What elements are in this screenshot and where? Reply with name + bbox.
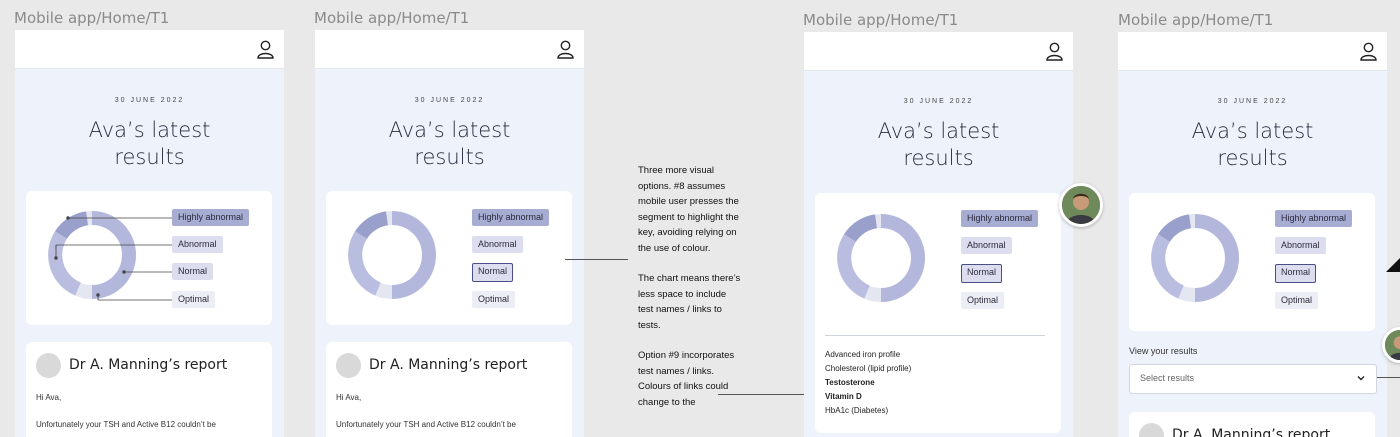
report-body: Unfortunately your TSH and Active B12 co… [336, 420, 516, 429]
segment-abnormal [348, 231, 382, 296]
arrow-shape [1386, 258, 1400, 272]
chart-card: Highly abnormal Abnormal Normal Optimal [1129, 193, 1375, 331]
legend-optimal[interactable]: Optimal [472, 291, 516, 308]
doctor-avatar [1139, 423, 1164, 437]
view-results-label: View your results [1129, 346, 1198, 356]
page-title-line2: results [1217, 146, 1288, 170]
doctor-avatar [336, 353, 361, 378]
segment-highly-abnormal [1158, 214, 1192, 243]
collaborator-avatar [1059, 183, 1103, 227]
report-greeting: Hi Ava, [36, 393, 62, 402]
test-link[interactable]: HbA1c (Diabetes) [825, 406, 888, 415]
frame-label: Mobile app/Home/T1 [314, 9, 470, 27]
segment-abnormal [1151, 234, 1185, 299]
test-link[interactable]: Cholesterol (lipid profile) [825, 364, 911, 373]
chevron-down-icon [1357, 376, 1365, 381]
legend-normal[interactable]: Normal [961, 264, 1003, 283]
segment-normal [391, 211, 436, 299]
legend-abnormal[interactable]: Abnormal [472, 236, 523, 253]
person-photo-icon [1062, 186, 1100, 224]
top-bar [1118, 32, 1387, 71]
chart-card: Highly abnormal Abnormal Normal Optimal [26, 191, 272, 325]
results-date: 30 JUNE 2022 [414, 97, 485, 104]
segment-highly-abnormal [355, 211, 389, 240]
doctor-avatar [36, 353, 61, 378]
segment-highly-abnormal [844, 214, 878, 243]
profile-icon[interactable] [1360, 42, 1377, 61]
legend-optimal[interactable]: Optimal [172, 291, 216, 308]
frame-label: Mobile app/Home/T1 [14, 9, 170, 27]
legend-highly-abnormal[interactable]: Highly abnormal [961, 210, 1039, 227]
test-link[interactable]: Vitamin D [825, 392, 862, 401]
results-date: 30 JUNE 2022 [903, 98, 974, 105]
report-card: Dr A. Manning’s report Hi Ava, Unfortuna… [26, 342, 272, 437]
report-title[interactable]: Dr A. Manning’s report [1172, 427, 1330, 437]
segment-normal [1194, 214, 1239, 302]
legend-highly-abnormal[interactable]: Highly abnormal [1275, 210, 1353, 227]
results-select-placeholder: Select results [1140, 373, 1195, 383]
chart-card: Highly abnormal Abnormal Normal Optimal … [815, 193, 1061, 433]
chart-card: Highly abnormal Abnormal Normal Optimal [326, 191, 572, 325]
phone-frame-4: 30 JUNE 2022 Ava’s latest results Highly… [1118, 32, 1387, 437]
legend-optimal[interactable]: Optimal [961, 292, 1005, 309]
test-link[interactable]: Testosterone [825, 378, 875, 387]
report-body: Unfortunately your TSH and Active B12 co… [36, 420, 216, 429]
page-title-line1: Ava’s latest [1191, 119, 1314, 143]
legend-abnormal[interactable]: Abnormal [172, 236, 223, 253]
profile-icon[interactable] [1046, 42, 1063, 61]
page-title-line2: results [414, 145, 485, 169]
divider [825, 335, 1045, 336]
donut-chart[interactable] [346, 209, 438, 301]
results-date: 30 JUNE 2022 [114, 97, 185, 104]
segment-normal [880, 214, 925, 302]
results-date: 30 JUNE 2022 [1217, 98, 1288, 105]
test-link[interactable]: Advanced iron profile [825, 350, 900, 359]
page-title-line2: results [114, 145, 185, 169]
report-title[interactable]: Dr A. Manning’s report [69, 357, 227, 373]
design-annotation: Three more visual options. #8 assumes mo… [638, 163, 742, 425]
report-card: Dr A. Manning’s report Hi Ava, Unfortuna… [326, 342, 572, 437]
page-title-line1: Ava’s latest [88, 118, 211, 142]
frame-label: Mobile app/Home/T1 [1118, 11, 1274, 29]
profile-icon[interactable] [257, 40, 274, 59]
profile-icon[interactable] [557, 40, 574, 59]
annotation-para-3: Option #9 incorporates test names / link… [638, 350, 735, 408]
top-bar [804, 32, 1073, 71]
person-photo-icon [1385, 330, 1400, 360]
top-bar [15, 30, 284, 69]
phone-frame-1: 30 JUNE 2022 Ava’s latest results Highly… [15, 30, 284, 437]
page-title-line1: Ava’s latest [388, 118, 511, 142]
top-bar [315, 30, 584, 69]
segment-abnormal [837, 234, 871, 299]
annotation-para-1: Three more visual options. #8 assumes mo… [638, 165, 739, 254]
page-title-line2: results [903, 146, 974, 170]
legend-highly-abnormal[interactable]: Highly abnormal [472, 209, 550, 226]
report-greeting: Hi Ava, [336, 393, 362, 402]
results-select[interactable]: Select results [1129, 364, 1377, 394]
phone-frame-2: 30 JUNE 2022 Ava’s latest results Highly… [315, 30, 584, 437]
legend-abnormal[interactable]: Abnormal [961, 237, 1012, 254]
annotation-para-2: The chart means there’s less space to in… [638, 273, 741, 331]
page-title-line1: Ava’s latest [877, 119, 1000, 143]
legend-optimal[interactable]: Optimal [1275, 292, 1319, 309]
legend-abnormal[interactable]: Abnormal [1275, 237, 1326, 254]
report-card: Dr A. Manning’s report [1129, 412, 1375, 437]
donut-chart[interactable] [1149, 212, 1241, 304]
frame-label: Mobile app/Home/T1 [803, 11, 959, 29]
legend-normal[interactable]: Normal [472, 263, 514, 282]
legend-normal[interactable]: Normal [1275, 264, 1317, 283]
donut-chart[interactable] [835, 212, 927, 304]
phone-frame-3: 30 JUNE 2022 Ava’s latest results Highly… [804, 32, 1073, 437]
legend-normal[interactable]: Normal [172, 263, 214, 280]
report-title[interactable]: Dr A. Manning’s report [369, 357, 527, 373]
annotation-connector [565, 259, 628, 260]
annotation-connector [1377, 377, 1400, 378]
legend-highly-abnormal[interactable]: Highly abnormal [172, 209, 250, 226]
